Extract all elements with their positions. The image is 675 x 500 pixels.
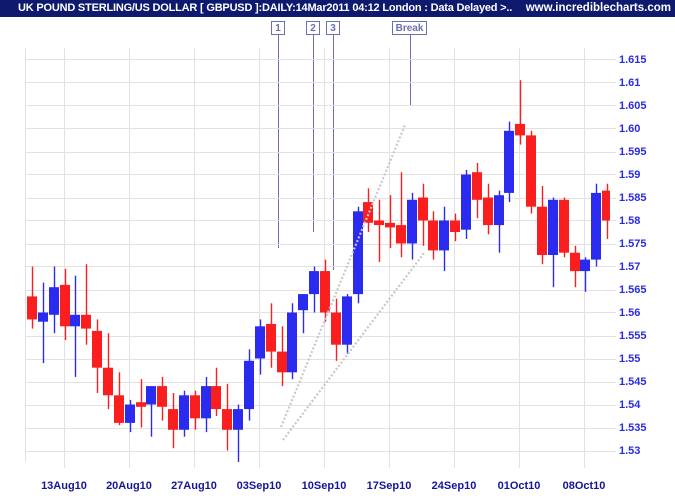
- y-axis-tick-label: 1.58: [619, 214, 641, 227]
- x-axis-tick: [454, 462, 455, 468]
- y-axis-tick: [610, 382, 616, 383]
- x-axis-tick: [519, 462, 520, 468]
- title-bar: UK POUND STERLING/US DOLLAR [ GBPUSD ]:D…: [0, 0, 675, 17]
- y-axis-tick-label: 1.53: [619, 444, 641, 457]
- y-axis-tick: [610, 174, 616, 175]
- marker-label-3[interactable]: 3: [326, 21, 340, 35]
- x-axis-tick-label: 24Sep10: [431, 480, 477, 492]
- x-axis-tick-label: 03Sep10: [236, 480, 282, 492]
- x-axis-tick: [324, 462, 325, 468]
- y-axis-tick: [610, 198, 616, 199]
- y-axis-tick: [610, 152, 616, 153]
- y-axis-tick-label: 1.575: [619, 237, 647, 250]
- y-axis-tick: [610, 428, 616, 429]
- y-axis-tick: [610, 405, 616, 406]
- x-axis-tick-label: 17Sep10: [366, 480, 412, 492]
- y-axis-tick-label: 1.54: [619, 398, 641, 411]
- x-axis-tick: [389, 462, 390, 468]
- chart-plot-area: [25, 48, 610, 462]
- y-axis-tick-label: 1.535: [619, 421, 647, 434]
- y-axis-tick: [610, 244, 616, 245]
- y-axis-tick-label: 1.585: [619, 191, 647, 204]
- x-axis-tick: [64, 462, 65, 468]
- x-axis-tick-label: 27Aug10: [171, 480, 217, 492]
- x-axis-tick: [259, 462, 260, 468]
- y-axis-tick-label: 1.56: [619, 306, 641, 319]
- upper-channel-line: [279, 124, 407, 428]
- lower-channel-line: [282, 252, 425, 441]
- y-axis-tick: [610, 359, 616, 360]
- y-axis-tick-label: 1.60: [619, 122, 641, 135]
- chart-application: UK POUND STERLING/US DOLLAR [ GBPUSD ]:D…: [0, 0, 675, 500]
- x-axis-tick-label: 08Oct10: [562, 480, 606, 492]
- y-axis-tick-label: 1.55: [619, 352, 641, 365]
- y-axis-tick-label: 1.545: [619, 375, 647, 388]
- y-axis-tick-label: 1.61: [619, 76, 641, 89]
- x-axis-tick-label: 10Sep10: [301, 480, 347, 492]
- y-axis-tick-label: 1.565: [619, 283, 647, 296]
- y-axis-tick: [610, 105, 616, 106]
- y-axis-tick-label: 1.59: [619, 168, 641, 181]
- trendline-layer: [279, 124, 425, 441]
- y-axis-tick: [610, 59, 616, 60]
- x-axis-tick: [584, 462, 585, 468]
- y-axis-tick: [610, 290, 616, 291]
- y-axis-tick: [610, 82, 616, 83]
- y-axis-tick: [610, 266, 616, 267]
- x-axis-tick-label: 20Aug10: [106, 480, 152, 492]
- site-watermark: www.incrediblecharts.com: [525, 2, 671, 14]
- y-axis-tick: [610, 312, 616, 313]
- marker-label-break[interactable]: Break: [392, 21, 427, 35]
- x-axis-tick: [129, 462, 130, 468]
- y-axis-tick: [610, 220, 616, 221]
- y-axis-tick-label: 1.615: [619, 53, 647, 66]
- x-axis-tick: [194, 462, 195, 468]
- y-axis-tick-label: 1.595: [619, 145, 647, 158]
- chart-title: UK POUND STERLING/US DOLLAR [ GBPUSD ]:D…: [18, 2, 513, 14]
- y-axis-tick-label: 1.605: [619, 99, 647, 112]
- x-axis-tick-label: 01Oct10: [497, 480, 541, 492]
- x-axis-tick-label: 13Aug10: [41, 480, 87, 492]
- y-axis-tick-label: 1.57: [619, 260, 641, 273]
- y-axis-tick-label: 1.555: [619, 329, 647, 342]
- y-axis-tick: [610, 336, 616, 337]
- marker-label-1[interactable]: 1: [271, 21, 285, 35]
- marker-label-2[interactable]: 2: [306, 21, 320, 35]
- y-axis-tick: [610, 451, 616, 452]
- y-axis-tick: [610, 128, 616, 129]
